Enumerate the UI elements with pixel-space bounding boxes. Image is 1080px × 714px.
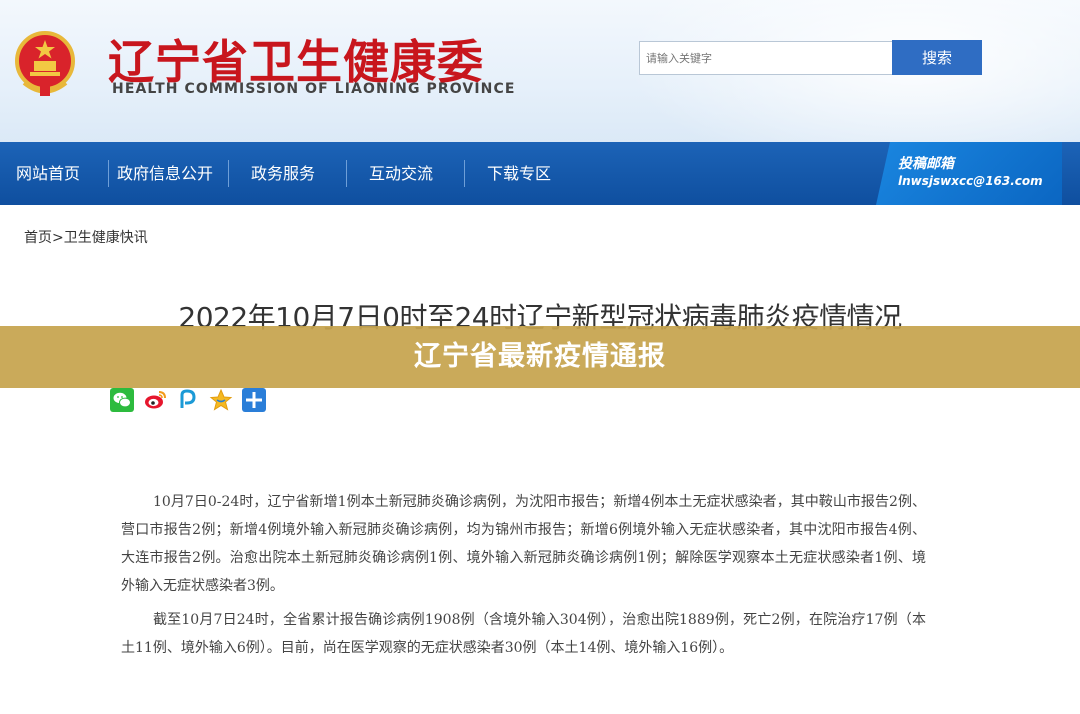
article-paragraph: 10月7日0-24时，辽宁省新增1例本土新冠肺炎确诊病例，为沈阳市报告；新增4例… bbox=[121, 494, 926, 594]
favorite-star-icon[interactable] bbox=[209, 388, 233, 412]
banner-text: 辽宁省最新疫情通报 bbox=[414, 341, 666, 372]
national-emblem-icon[interactable] bbox=[14, 28, 76, 98]
wechat-icon[interactable] bbox=[110, 388, 134, 412]
nav-item-downloads[interactable]: 下载专区 bbox=[487, 142, 551, 205]
breadcrumb-separator: > bbox=[52, 230, 64, 246]
search-input[interactable] bbox=[639, 41, 893, 75]
site-subtitle: HEALTH COMMISSION OF LIAONING PROVINCE bbox=[112, 81, 516, 97]
nav-item-home[interactable]: 网站首页 bbox=[16, 142, 80, 205]
nav-divider bbox=[228, 160, 229, 187]
weibo-icon[interactable] bbox=[143, 388, 167, 412]
breadcrumb: 首页>卫生健康快讯 bbox=[24, 227, 148, 247]
nav-item-interaction[interactable]: 互动交流 bbox=[369, 142, 433, 205]
more-plus-icon[interactable] bbox=[242, 388, 266, 412]
mailbox-label: 投稿邮箱 bbox=[898, 156, 954, 172]
overlay-banner: 辽宁省最新疫情通报 bbox=[0, 326, 1080, 388]
nav-divider bbox=[346, 160, 347, 187]
mailbox-email[interactable]: lnwsjswxcc@163.com bbox=[898, 174, 1043, 188]
nav-divider bbox=[108, 160, 109, 187]
nav-item-services[interactable]: 政务服务 bbox=[251, 142, 315, 205]
article-paragraph: 截至10月7日24时，全省累计报告确诊病例1908例（含境外输入304例），治愈… bbox=[121, 612, 926, 656]
breadcrumb-current[interactable]: 卫生健康快讯 bbox=[64, 230, 148, 246]
submission-mailbox[interactable]: 投稿邮箱 lnwsjswxcc@163.com bbox=[876, 142, 1062, 205]
nav-divider bbox=[464, 160, 465, 187]
qzone-icon[interactable] bbox=[176, 388, 200, 412]
breadcrumb-home[interactable]: 首页 bbox=[24, 230, 52, 246]
site-header: 辽宁省卫生健康委 HEALTH COMMISSION OF LIAONING P… bbox=[0, 0, 1080, 142]
nav-item-gov-info[interactable]: 政府信息公开 bbox=[117, 142, 213, 205]
search-button[interactable]: 搜索 bbox=[892, 40, 982, 75]
